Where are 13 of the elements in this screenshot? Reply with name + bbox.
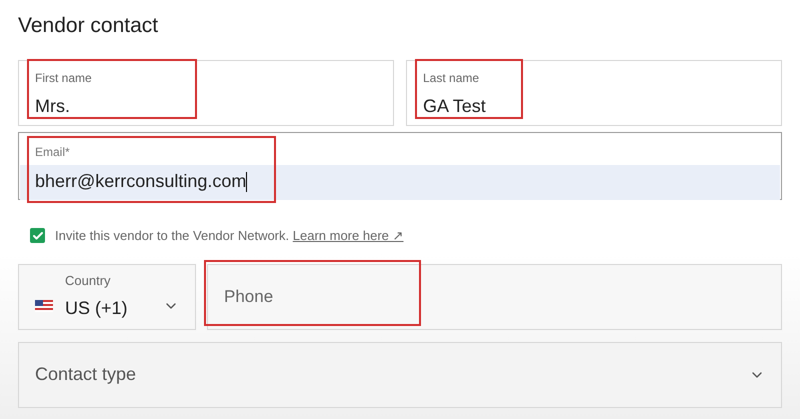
learn-more-link[interactable]: Learn more here ↗ bbox=[292, 228, 404, 243]
country-label: Country bbox=[65, 272, 112, 290]
country-value: US (+1) bbox=[65, 296, 129, 320]
text-field[interactable]: Last name GA Test bbox=[406, 60, 782, 126]
email-field[interactable]: Email* bherr@kerrconsulting.com bbox=[18, 132, 782, 200]
country-select[interactable]: Country US (+1) bbox=[18, 264, 196, 330]
flag-icon bbox=[35, 300, 53, 312]
section-title: Vendor contact bbox=[18, 13, 160, 39]
contact-type-select[interactable]: Contact type bbox=[18, 342, 782, 408]
invite-text: Invite this vendor to the Vendor Network. Learn more here ↗ bbox=[55, 227, 404, 245]
phone-field[interactable]: Phone bbox=[207, 264, 782, 330]
text-field[interactable]: First name Mrs. bbox=[18, 60, 394, 126]
checkbox[interactable] bbox=[30, 228, 45, 244]
